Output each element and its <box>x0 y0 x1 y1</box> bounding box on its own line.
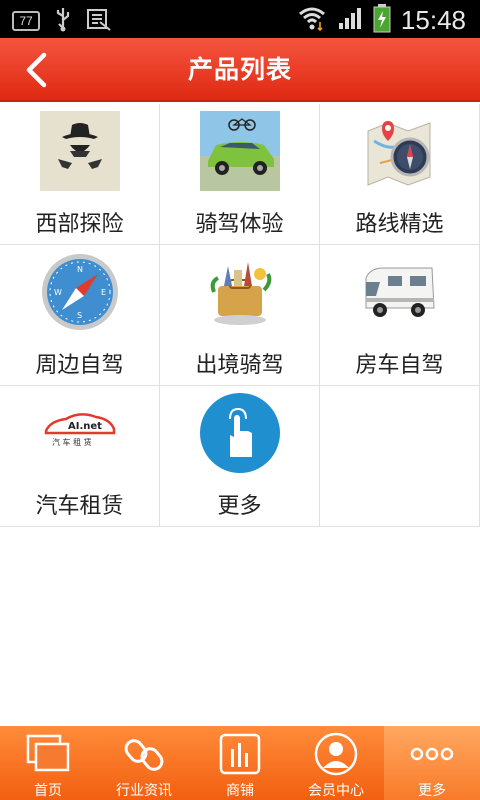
svg-text:W: W <box>54 288 62 297</box>
product-label: 西部探险 <box>35 212 124 237</box>
tab-member-center[interactable]: 会员中心 <box>288 726 384 800</box>
map-compass-icon <box>360 111 440 191</box>
product-label: 更多 <box>217 494 262 519</box>
car-rental-logo: AI.net 汽 车 租 赁 <box>40 393 120 473</box>
app-header: 产品列表 <box>0 38 480 102</box>
signal-icon <box>337 5 363 35</box>
compass-icon: N W E S <box>40 252 120 332</box>
notification-badge: 77 <box>12 11 40 31</box>
svg-text:汽 车 租 赁: 汽 车 租 赁 <box>52 437 92 447</box>
svg-text:AI.net: AI.net <box>68 421 102 432</box>
tab-more[interactable]: 更多 <box>384 726 480 800</box>
product-label: 汽车租赁 <box>35 494 124 519</box>
svg-text:E: E <box>101 288 106 297</box>
suv-bike-photo <box>200 111 280 191</box>
tab-industry-news[interactable]: 行业资讯 <box>96 726 192 800</box>
svg-text:N: N <box>77 265 83 274</box>
link-chain-icon <box>124 732 164 776</box>
travel-landmarks-icon <box>200 252 280 332</box>
product-label: 周边自驾 <box>35 353 124 378</box>
bottom-tab-bar: 首页 行业资讯 商铺 会员中心 更多 <box>0 726 480 800</box>
product-item-car-rental[interactable]: AI.net 汽 车 租 赁 汽车租赁 <box>0 386 160 527</box>
tap-more-icon <box>200 393 280 473</box>
page-title: 产品列表 <box>187 55 292 84</box>
usb-icon <box>54 6 72 36</box>
wifi-icon <box>297 4 327 36</box>
product-item-route-selection[interactable]: 路线精选 <box>320 104 480 245</box>
more-dots-icon <box>410 732 454 776</box>
product-label: 房车自驾 <box>355 353 444 378</box>
product-label: 骑驾体验 <box>195 212 284 237</box>
cowboy-icon <box>40 111 120 191</box>
product-item-more[interactable]: 更多 <box>160 386 320 527</box>
empty-cell <box>320 386 480 527</box>
chevron-left-icon <box>26 52 47 88</box>
product-item-western-adventure[interactable]: 西部探险 <box>0 104 160 245</box>
battery-icon <box>373 3 391 37</box>
member-avatar-icon <box>314 732 358 776</box>
svg-text:S: S <box>77 311 82 320</box>
shop-bars-icon <box>219 732 261 776</box>
product-item-nearby-selfdrive[interactable]: N W E S 周边自驾 <box>0 245 160 386</box>
product-item-ride-experience[interactable]: 骑驾体验 <box>160 104 320 245</box>
product-label: 出境骑驾 <box>195 353 284 378</box>
clock: 15:48 <box>400 4 466 35</box>
status-bar: 77 15:48 <box>0 0 480 38</box>
product-item-rv-selfdrive[interactable]: 房车自驾 <box>320 245 480 386</box>
keyboard-icon <box>86 6 112 36</box>
back-button[interactable] <box>10 44 62 96</box>
home-pages-icon <box>26 732 70 776</box>
tab-shop[interactable]: 商铺 <box>192 726 288 800</box>
product-label: 路线精选 <box>355 212 444 237</box>
product-grid: 西部探险 骑驾体验 路线精选 N W E S 周边自驾 出境骑驾 房车自驾 AI… <box>0 104 480 527</box>
product-item-outbound-ride[interactable]: 出境骑驾 <box>160 245 320 386</box>
rv-camper-icon <box>360 252 440 332</box>
tab-home[interactable]: 首页 <box>0 726 96 800</box>
